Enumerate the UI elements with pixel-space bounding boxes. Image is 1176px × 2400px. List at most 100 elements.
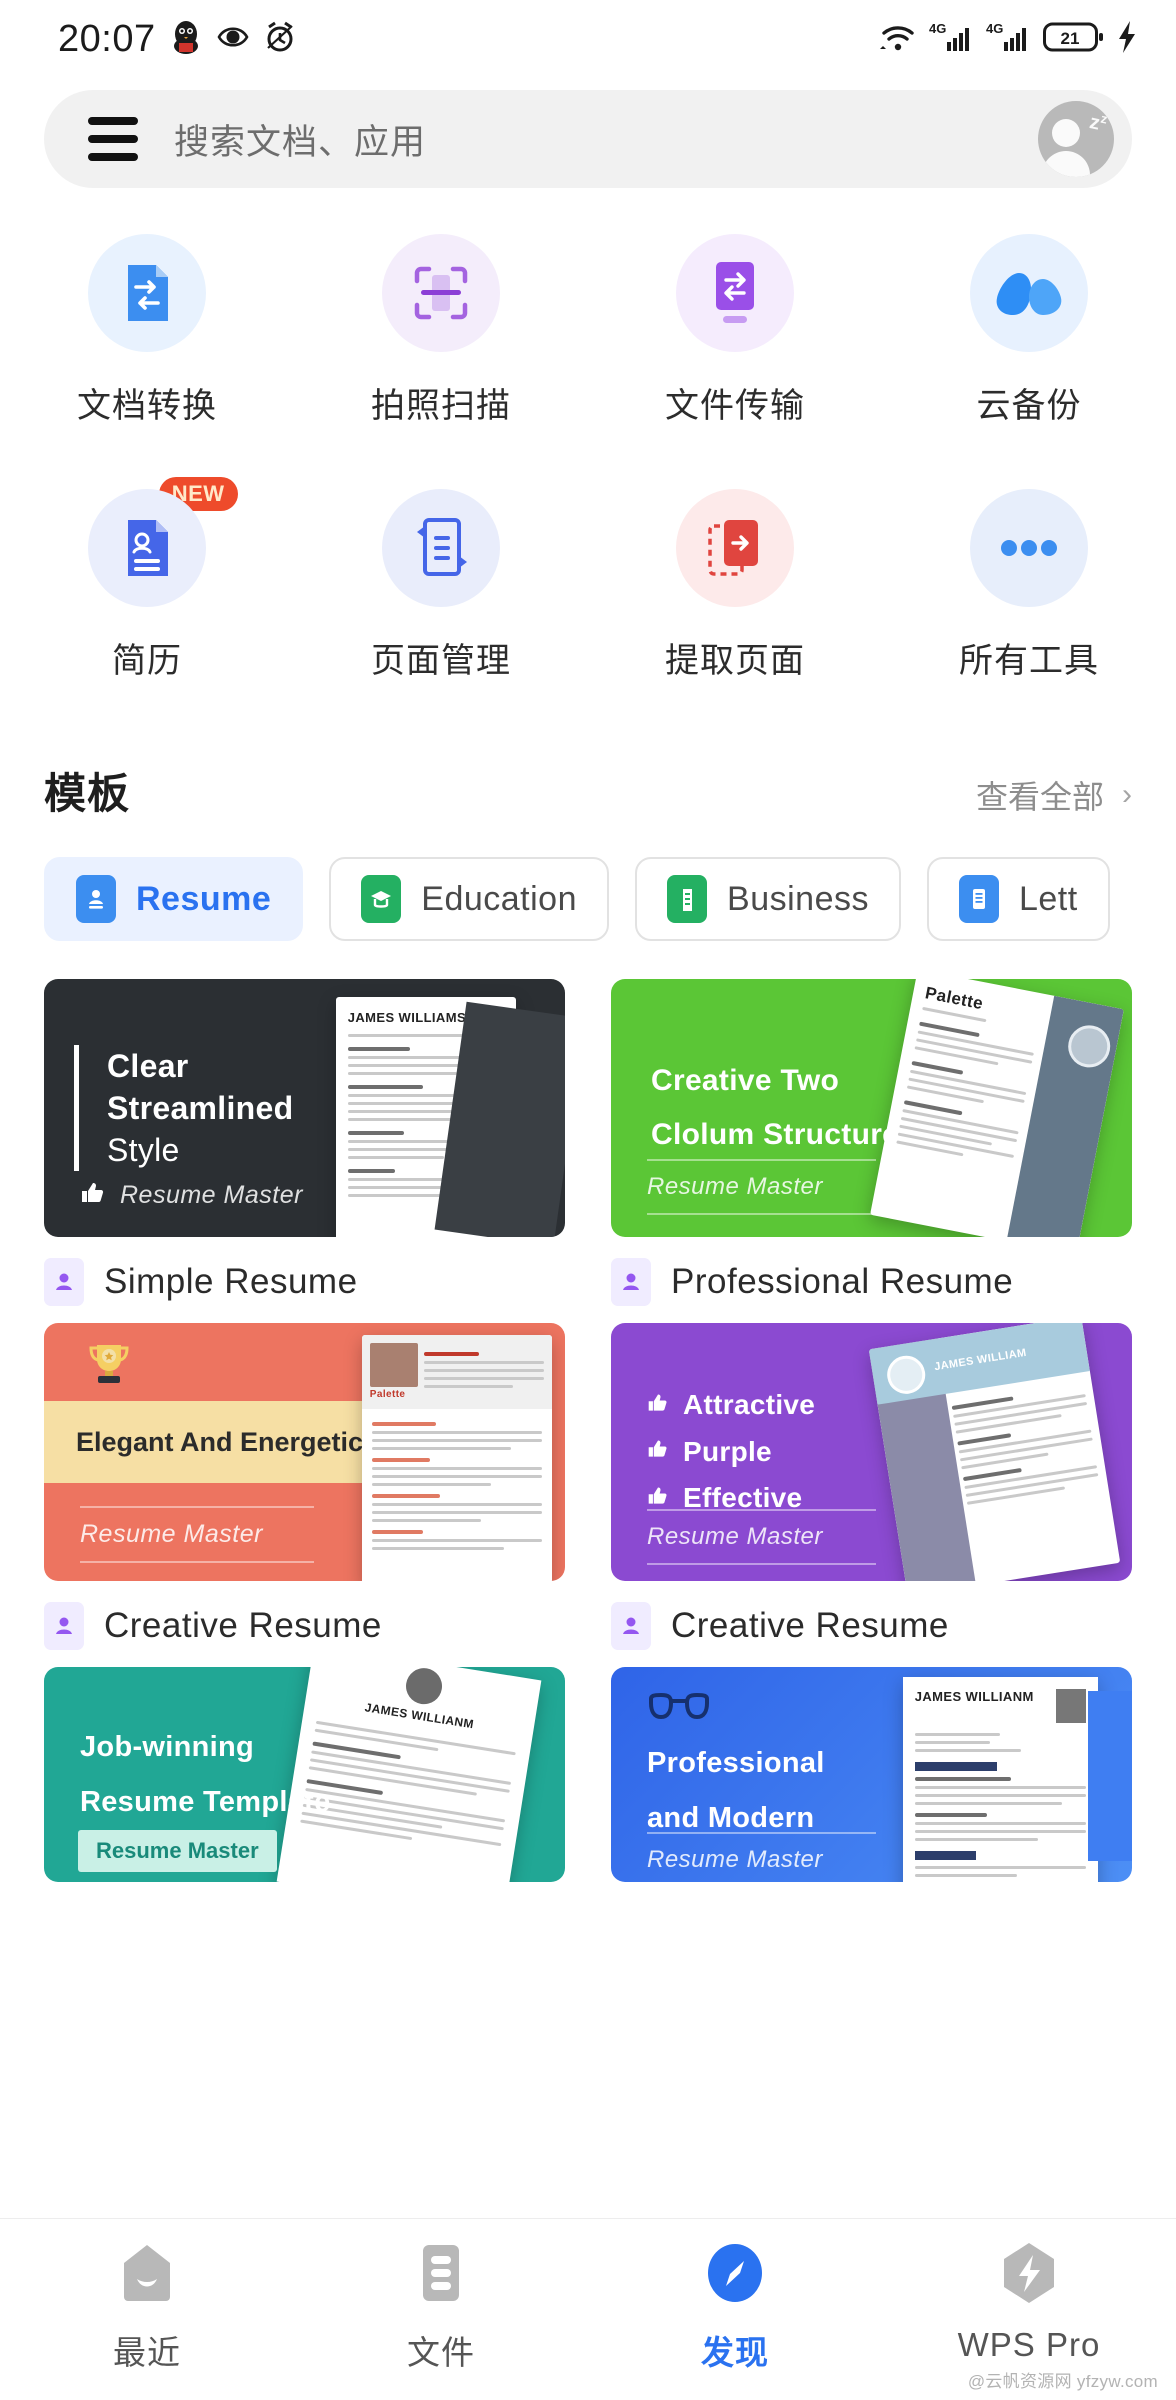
nav-label: WPS Pro xyxy=(957,2326,1101,2363)
template-card[interactable]: Professional and Modern Resume Master JA… xyxy=(611,1667,1132,1882)
template-brand-label: Resume Master xyxy=(96,1838,259,1863)
tool-item-doc-convert[interactable]: 文档转换 xyxy=(0,234,294,427)
thumbs-up-icon xyxy=(647,1438,669,1465)
resume-paper-name: Palette xyxy=(369,1389,406,1400)
nav-item-files[interactable]: 文件 xyxy=(294,2241,588,2374)
status-time: 20:07 xyxy=(58,17,156,60)
template-copy: Clear Streamlined Style xyxy=(74,1044,402,1172)
view-all-link[interactable]: 查看全部 › xyxy=(976,772,1132,818)
tool-label: 所有工具 xyxy=(959,642,1099,680)
nav-item-wps-pro[interactable]: WPS Pro xyxy=(882,2241,1176,2364)
template-card[interactable]: Clear Streamlined Style Resume Master JA… xyxy=(44,979,565,1309)
template-title-line: Clear xyxy=(107,1047,189,1084)
search-bar-area: 搜索文档、应用 zz xyxy=(0,78,1176,188)
resume-paper-preview: Palette xyxy=(361,1335,552,1581)
files-icon xyxy=(415,2241,467,2310)
nav-item-recent[interactable]: 最近 xyxy=(0,2241,294,2374)
thumbs-up-icon xyxy=(647,1392,669,1419)
tool-item-camera-scan[interactable]: 拍照扫描 xyxy=(294,234,588,427)
tab-business[interactable]: Business xyxy=(635,857,901,941)
nav-label: 最近 xyxy=(113,2334,181,2371)
tab-label: Resume xyxy=(136,879,272,918)
template-thumbnail[interactable]: Attractive Purple Effective Resume Maste… xyxy=(611,1323,1132,1581)
search-bar[interactable]: 搜索文档、应用 zz xyxy=(44,90,1132,188)
template-thumbnail[interactable]: Clear Streamlined Style Resume Master JA… xyxy=(44,979,565,1237)
template-card-grid: Clear Streamlined Style Resume Master JA… xyxy=(0,979,1176,1896)
template-title-line: Attractive xyxy=(683,1388,816,1420)
templates-section-header: 模板 查看全部 › xyxy=(0,760,1176,821)
resume-paper-preview: JAMES WILLIANM xyxy=(902,1677,1098,1882)
tool-item-resume[interactable]: NEW 简历 xyxy=(0,477,294,682)
tool-label: 云备份 xyxy=(976,387,1082,425)
tool-label: 拍照扫描 xyxy=(371,387,511,425)
nav-item-discover[interactable]: 发现 xyxy=(588,2241,882,2374)
alarm-clock-icon xyxy=(264,20,296,59)
tool-item-file-transfer[interactable]: 文件传输 xyxy=(588,234,882,427)
person-badge-icon xyxy=(44,1258,84,1306)
tab-education[interactable]: Education xyxy=(329,857,610,941)
template-caption-label: Professional Resume xyxy=(671,1262,1014,1301)
template-card[interactable]: Job-winning Resume Template Resume Maste… xyxy=(44,1667,565,1882)
cloud-backup-icon xyxy=(970,234,1088,352)
template-card[interactable]: Attractive Purple Effective Resume Maste… xyxy=(611,1323,1132,1653)
template-card[interactable]: Creative Two Clolum Structure Resume Mas… xyxy=(611,979,1132,1309)
tab-label: Lett xyxy=(1018,879,1078,918)
avatar[interactable]: zz xyxy=(1038,101,1114,177)
more-dots-icon xyxy=(970,489,1088,607)
watermark: @云帆资源网 yfzyw.com xyxy=(967,2372,1158,2391)
camera-scan-icon xyxy=(382,234,500,352)
chevron-right-icon: › xyxy=(1122,778,1132,811)
resume-icon xyxy=(88,489,206,607)
hamburger-menu-icon[interactable] xyxy=(88,117,138,161)
file-transfer-icon xyxy=(676,234,794,352)
template-brand: Resume Master xyxy=(80,1180,303,1211)
template-title-line: Streamlined xyxy=(107,1089,294,1126)
status-bar-right: 4G 4G 21 xyxy=(878,19,1138,60)
extract-page-icon xyxy=(676,489,794,607)
tool-item-cloud-backup[interactable]: 云备份 xyxy=(882,234,1176,427)
template-copy: Attractive Purple Effective xyxy=(611,1387,924,1518)
template-title-line: Professional xyxy=(647,1747,825,1780)
eye-icon xyxy=(216,21,250,58)
template-title-line: Style xyxy=(107,1132,180,1169)
template-thumbnail[interactable]: Creative Two Clolum Structure Resume Mas… xyxy=(611,979,1132,1237)
template-caption-label: Creative Resume xyxy=(671,1606,949,1645)
tool-item-all-tools[interactable]: 所有工具 xyxy=(882,489,1176,682)
tool-item-extract-page[interactable]: 提取页面 xyxy=(588,489,882,682)
template-brand: Resume Master xyxy=(647,1832,877,1882)
resume-card-icon xyxy=(76,875,116,923)
tool-label: 简历 xyxy=(112,642,182,680)
template-card[interactable]: Elegant And Energetic Resume Master Pale… xyxy=(44,1323,565,1653)
svg-text:4G: 4G xyxy=(986,21,1003,36)
person-badge-icon xyxy=(611,1602,651,1650)
template-title-line: Resume Template xyxy=(80,1785,331,1818)
brand-rule-bottom xyxy=(80,1561,315,1563)
tab-letter[interactable]: Lett xyxy=(926,857,1110,941)
template-brand: Resume Master xyxy=(647,1159,877,1215)
avatar-head xyxy=(1052,119,1080,147)
template-brand-label: Resume Master xyxy=(120,1181,303,1209)
template-caption: Simple Resume xyxy=(44,1255,565,1309)
template-brand: Resume Master xyxy=(78,1830,277,1872)
person-badge-icon xyxy=(611,1258,651,1306)
template-copy: Creative Two Clolum Structure xyxy=(611,1061,944,1154)
thumbs-up-icon xyxy=(80,1180,106,1211)
template-brand-label: Resume Master xyxy=(647,1523,823,1550)
template-thumbnail[interactable]: Professional and Modern Resume Master JA… xyxy=(611,1667,1132,1882)
tab-resume[interactable]: Resume xyxy=(44,857,304,941)
template-title-line: Purple xyxy=(683,1435,772,1467)
template-caption: Creative Resume xyxy=(611,1599,1132,1653)
tool-label: 文件传输 xyxy=(665,387,805,425)
tool-item-page-manage[interactable]: 页面管理 xyxy=(294,489,588,682)
tool-label: 页面管理 xyxy=(371,642,511,680)
template-brand-label: Resume Master xyxy=(647,1173,823,1200)
nav-label: 文件 xyxy=(407,2334,475,2371)
brand-rule-bottom xyxy=(647,1213,877,1215)
avatar-body xyxy=(1042,151,1090,177)
search-input[interactable]: 搜索文档、应用 xyxy=(174,114,1002,165)
template-title-line: Creative Two xyxy=(651,1064,840,1098)
charging-bolt-icon xyxy=(1116,19,1138,60)
template-thumbnail[interactable]: Job-winning Resume Template Resume Maste… xyxy=(44,1667,565,1882)
template-thumbnail[interactable]: Elegant And Energetic Resume Master Pale… xyxy=(44,1323,565,1581)
template-brand: Resume Master xyxy=(647,1509,877,1565)
